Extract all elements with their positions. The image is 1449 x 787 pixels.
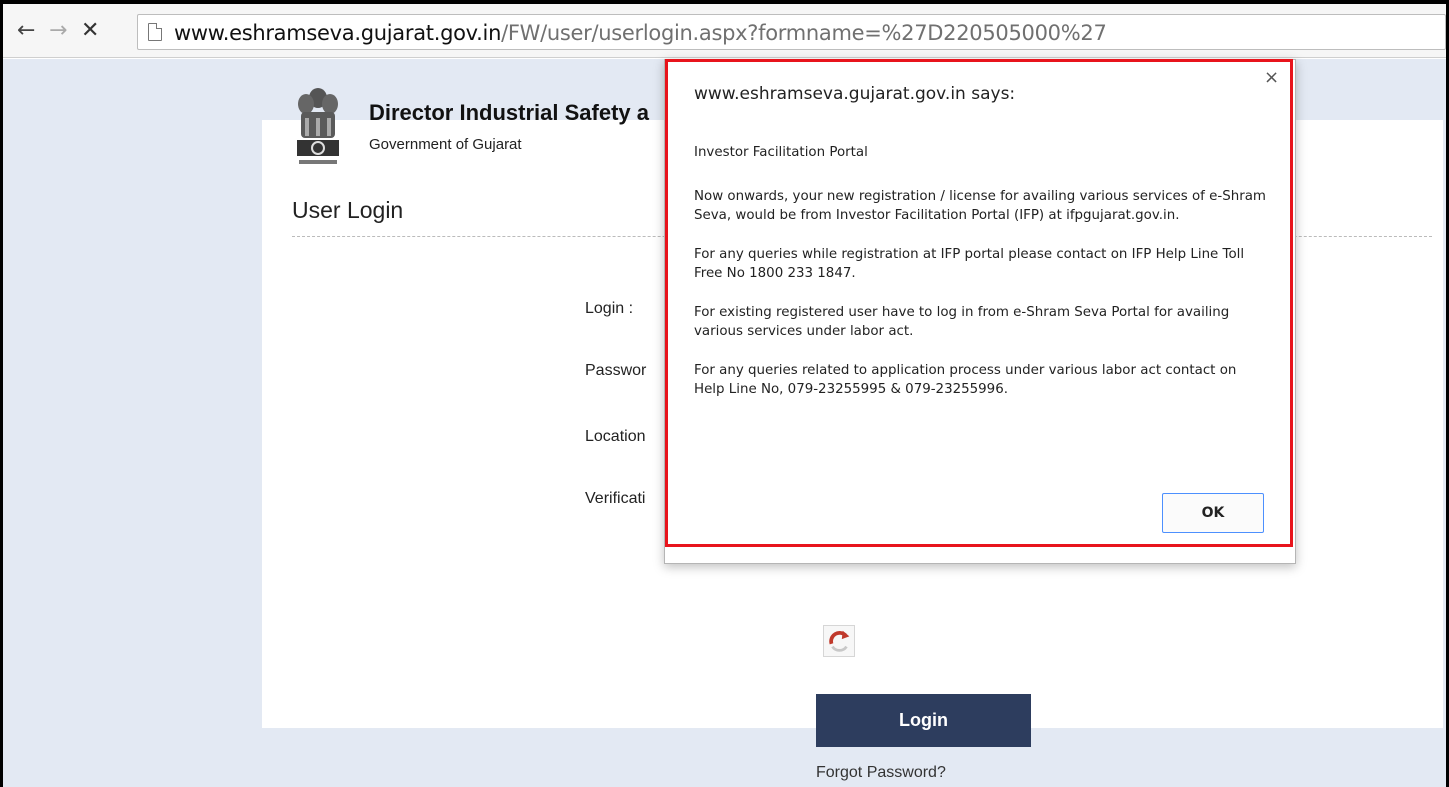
url-path: /FW/user/userlogin.aspx?formname=%27D220…: [501, 21, 1107, 45]
close-icon[interactable]: ×: [1264, 67, 1279, 88]
back-arrow-icon[interactable]: ←: [17, 19, 35, 43]
site-subtitle: Government of Gujarat: [369, 136, 522, 153]
site-title: Director Industrial Safety a: [369, 100, 649, 125]
dialog-message: Investor Facilitation Portal Now onwards…: [694, 143, 1269, 419]
dialog-paragraph: For any queries while registration at IF…: [694, 247, 1245, 281]
verification-label: Verificati: [585, 490, 646, 507]
page-icon: [148, 23, 162, 41]
browser-toolbar: ← → ✕ www.eshramseva.gujarat.gov.in/FW/u…: [3, 4, 1446, 58]
login-label: Login :: [585, 300, 634, 317]
dialog-paragraph: For existing registered user have to log…: [694, 305, 1230, 339]
login-button[interactable]: Login: [816, 694, 1031, 747]
address-bar[interactable]: www.eshramseva.gujarat.gov.in/FW/user/us…: [137, 14, 1446, 50]
stop-loading-icon[interactable]: ✕: [81, 19, 99, 43]
forgot-password-link[interactable]: Forgot Password?: [816, 764, 946, 782]
dialog-paragraph: Investor Facilitation Portal: [694, 145, 868, 160]
location-label: Location: [585, 428, 646, 445]
password-label: Passwor: [585, 362, 647, 379]
dialog-paragraph: Now onwards, your new registration / lic…: [694, 189, 1266, 223]
refresh-captcha-icon[interactable]: [823, 625, 855, 657]
ok-button[interactable]: OK: [1162, 493, 1264, 533]
page-title: User Login: [292, 197, 404, 223]
forward-arrow-icon[interactable]: →: [49, 19, 67, 43]
dialog-title: www.eshramseva.gujarat.gov.in says:: [694, 84, 1016, 104]
dialog-paragraph: For any queries related to application p…: [694, 363, 1237, 397]
url-text[interactable]: www.eshramseva.gujarat.gov.in/FW/user/us…: [174, 21, 1107, 45]
state-emblem-icon: [297, 88, 339, 164]
url-host: www.eshramseva.gujarat.gov.in: [174, 21, 502, 45]
